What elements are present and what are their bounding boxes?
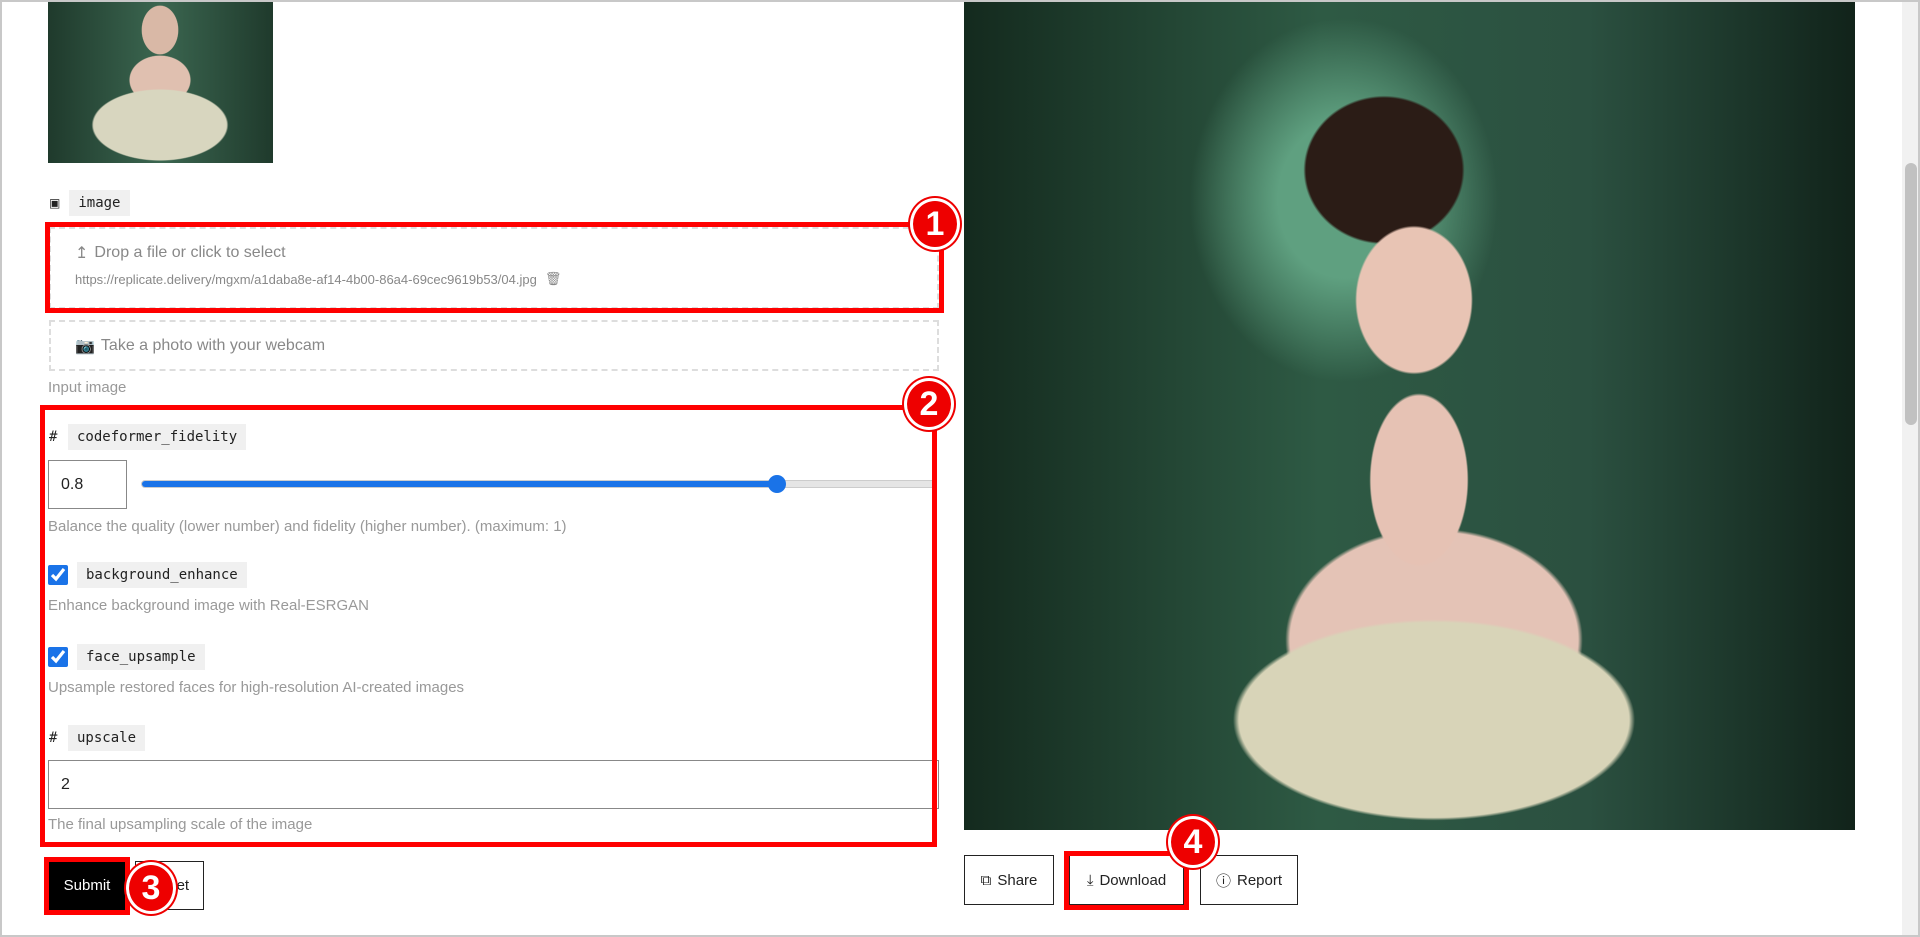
annotation-badge-2: 2	[904, 378, 954, 430]
image-description: Input image	[48, 379, 127, 396]
image-icon: ▣	[49, 196, 61, 210]
annotation-badge-3: 3	[126, 862, 176, 914]
scrollbar[interactable]	[1902, 0, 1920, 937]
input-image-thumbnail	[48, 0, 273, 163]
report-button[interactable]: ⓘ Report	[1200, 855, 1298, 905]
image-param-label: ▣ image	[49, 190, 130, 216]
scrollbar-thumb[interactable]	[1905, 163, 1917, 425]
annotation-box-1	[45, 222, 944, 313]
webcam-button[interactable]: 📷 Take a photo with your webcam	[49, 320, 939, 371]
camera-icon: 📷	[75, 337, 95, 355]
alert-circle-icon: ⓘ	[1215, 872, 1231, 890]
output-image	[964, 0, 1855, 830]
annotation-box-3	[44, 857, 130, 915]
annotation-box-2	[40, 405, 937, 847]
annotation-box-4	[1064, 851, 1189, 910]
annotation-badge-1: 1	[910, 198, 960, 250]
copy-icon: ⧉	[980, 871, 992, 889]
annotation-badge-4: 4	[1168, 816, 1218, 868]
share-button[interactable]: ⧉ Share	[964, 855, 1054, 905]
